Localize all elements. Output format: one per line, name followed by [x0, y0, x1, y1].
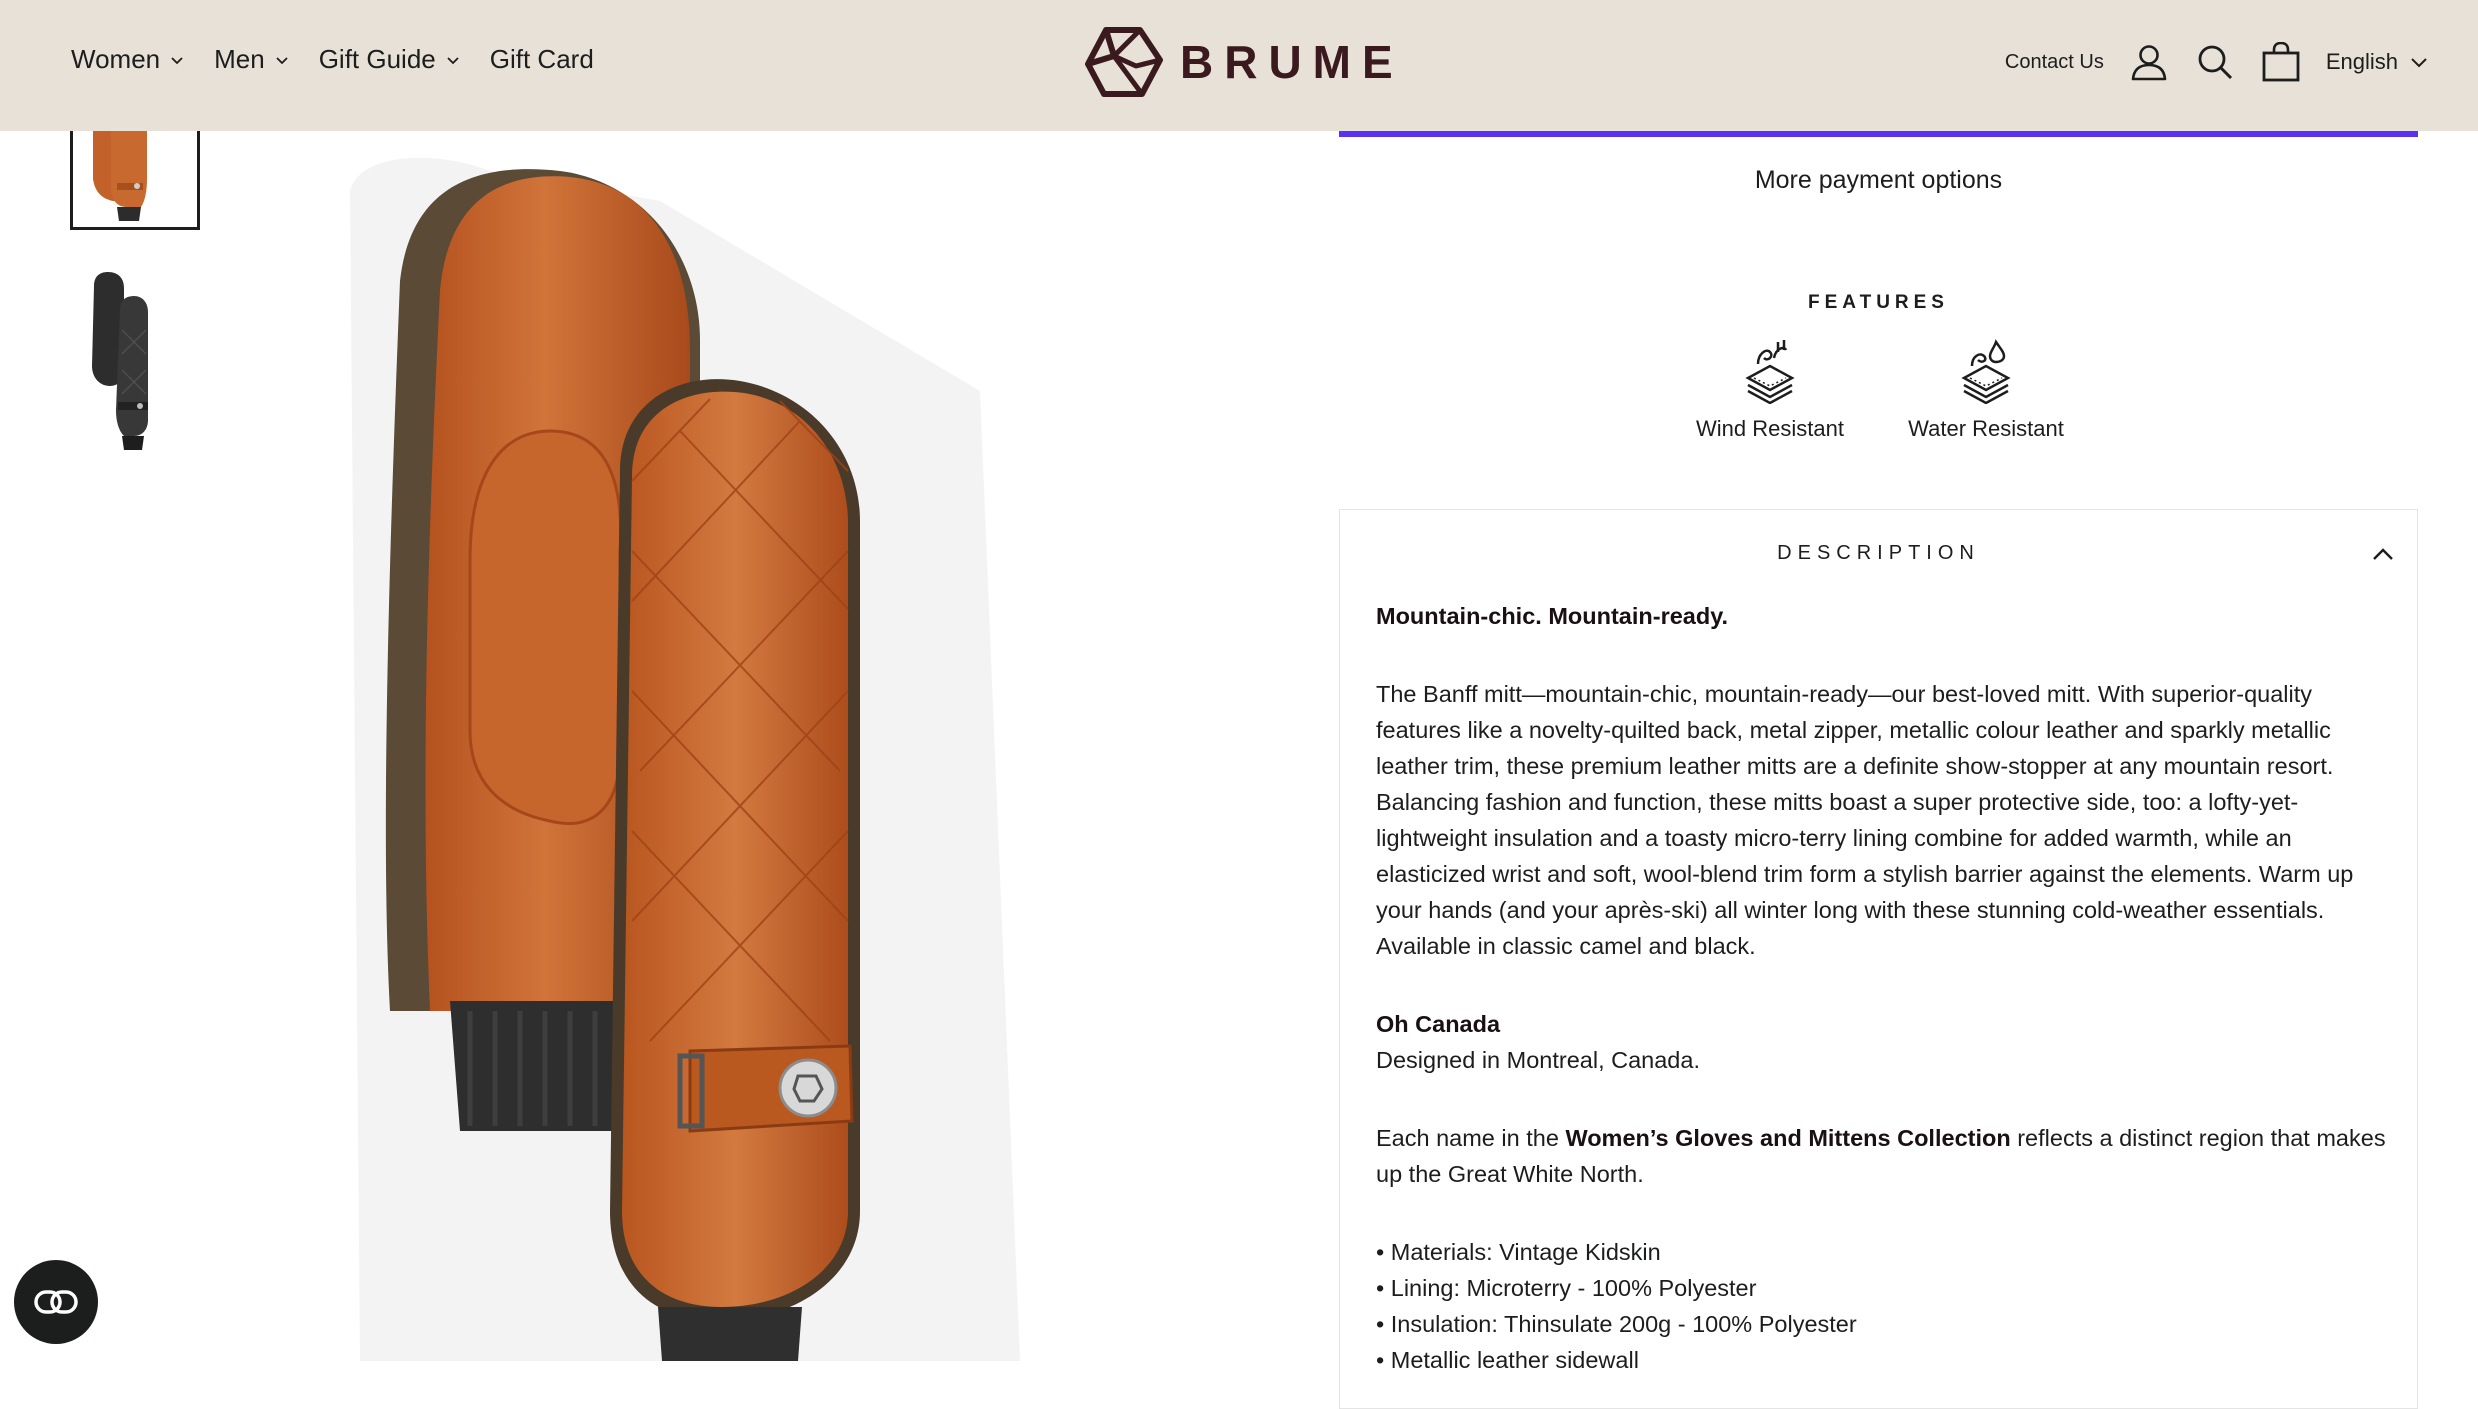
spec-item: • Metallic leather sidewall	[1376, 1347, 1639, 1373]
brand-logo[interactable]: BRUME	[1084, 26, 1404, 98]
language-label: English	[2325, 49, 2398, 74]
section-text: Designed in Montreal, Canada.	[1376, 1047, 1700, 1073]
feature-label: Wind Resistant	[1696, 416, 1844, 441]
spec-item: • Insulation: Thinsulate 200g - 100% Pol…	[1376, 1311, 1857, 1337]
description-paragraph: The Banff mitt—mountain-chic, mountain-r…	[1376, 681, 2354, 959]
brume-logo-icon	[1085, 27, 1163, 97]
features-title: FEATURES	[1808, 292, 1949, 313]
account-button[interactable]	[2128, 41, 2170, 83]
chevron-down-icon	[447, 56, 459, 64]
contact-us-link[interactable]: Contact Us	[2005, 51, 2104, 74]
chevron-up-icon	[2373, 548, 2393, 560]
product-main-image[interactable]	[320, 131, 1220, 1361]
more-payment-options-link[interactable]: More payment options	[1339, 166, 2418, 195]
search-button[interactable]	[2194, 41, 2236, 83]
nav-item-gift-card[interactable]: Gift Card	[490, 44, 594, 75]
spec-item: • Lining: Microterry - 100% Polyester	[1376, 1275, 1757, 1301]
accessibility-button[interactable]	[14, 1260, 98, 1344]
description-content: Mountain-chic. Mountain-ready. The Banff…	[1376, 598, 2386, 1378]
language-selector[interactable]: English	[2326, 49, 2428, 75]
product-thumbnail-camel[interactable]	[70, 118, 200, 230]
nav-item-label: Women	[71, 44, 161, 74]
feature-wind-resistant: Wind Resistant	[1665, 338, 1875, 442]
description-accordion-header[interactable]: DESCRIPTION	[1340, 510, 2417, 598]
product-thumbnail-image	[70, 270, 200, 460]
chevron-down-icon	[171, 56, 183, 64]
description-headline: Mountain-chic. Mountain-ready.	[1376, 603, 1729, 629]
nav-item-label: Men	[214, 44, 265, 74]
mittens-image	[350, 157, 1020, 1361]
feature-water-resistant: Water Resistant	[1881, 338, 2091, 442]
user-icon	[2131, 45, 2167, 81]
nav-item-gift-guide[interactable]: Gift Guide	[319, 44, 460, 75]
cart-button[interactable]	[2260, 41, 2302, 83]
spec-item: • Materials: Vintage Kidskin	[1376, 1239, 1661, 1265]
water-resistant-icon	[1961, 339, 2011, 404]
collection-text: Each name in the Women’s Gloves and Mitt…	[1376, 1125, 2386, 1187]
wind-resistant-icon	[1745, 340, 1795, 404]
product-thumbnail-image	[73, 121, 197, 227]
brand-name: BRUME	[1180, 36, 1404, 88]
cart-icon	[2262, 42, 2300, 82]
search-icon	[2198, 45, 2232, 80]
main-nav: Women Men Gift Guide Gift Card	[71, 44, 624, 75]
nav-item-women[interactable]: Women	[71, 44, 184, 75]
chevron-down-icon	[276, 56, 288, 64]
nav-item-label: Gift Card	[489, 44, 594, 74]
feature-label: Water Resistant	[1908, 416, 2064, 441]
header-actions: Contact Us English	[2005, 30, 2428, 94]
nav-item-men[interactable]: Men	[214, 44, 289, 75]
section-title: Oh Canada	[1376, 1011, 1501, 1037]
site-header: Women Men Gift Guide Gift Card BRUME Con…	[0, 0, 2478, 131]
description-accordion: DESCRIPTION Mountain-chic. Mountain-read…	[1339, 509, 2418, 1409]
collection-name: Women’s Gloves and Mittens Collection	[1565, 1125, 2011, 1151]
nav-item-label: Gift Guide	[318, 44, 436, 74]
product-thumbnail-black[interactable]	[70, 270, 200, 460]
chevron-down-icon	[2411, 58, 2427, 68]
description-title: DESCRIPTION	[1777, 542, 1980, 564]
accessibility-toggle-icon	[34, 1290, 78, 1314]
